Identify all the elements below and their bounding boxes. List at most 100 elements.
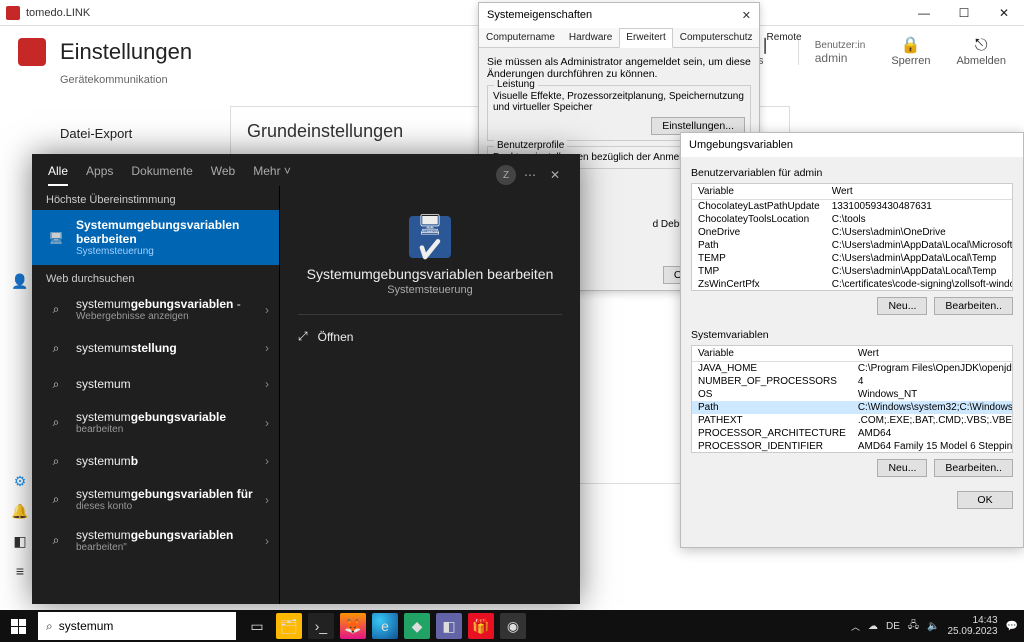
open-icon: ⤢	[298, 329, 308, 344]
sys-vars-table[interactable]: VariableWert JAVA_HOMEC:\Program Files\O…	[691, 345, 1013, 453]
env-ok-button[interactable]: OK	[957, 491, 1013, 509]
profile-avatar[interactable]: Z	[496, 165, 516, 185]
detail-title: Systemumgebungsvariablen bearbeiten	[298, 266, 562, 282]
app-icon-2[interactable]: ◧	[436, 613, 462, 639]
taskbar-search-input[interactable]	[59, 619, 228, 633]
tray-notifications-icon[interactable]: 💬	[1006, 621, 1018, 632]
more-options-icon[interactable]: ⋯	[524, 168, 538, 182]
tray-cloud-icon[interactable]: ☁	[868, 621, 878, 632]
close-button[interactable]: ✕	[984, 0, 1024, 26]
table-row: PROCESSOR_IDENTIFIERAMD64 Family 15 Mode…	[692, 440, 1013, 453]
col-value[interactable]: Wert	[826, 184, 1013, 200]
result-env-vars[interactable]: 🖥 Systemumgebungsvariablen bearbeiten Sy…	[32, 210, 279, 265]
user-edit-button[interactable]: Bearbeiten..	[934, 297, 1013, 315]
search-tab-docs[interactable]: Dokumente	[131, 164, 192, 186]
sys-edit-button[interactable]: Bearbeiten..	[934, 459, 1013, 477]
env-variables-dialog: Umgebungsvariablen Benutzervariablen für…	[680, 132, 1024, 548]
chevron-right-icon: ›	[265, 454, 269, 468]
web-result[interactable]: ⌕systemumgebungsvariablebearbeiten›	[32, 402, 279, 443]
tray-clock[interactable]: 14:43 25.09.2023	[947, 615, 997, 637]
chevron-right-icon: ›	[265, 303, 269, 317]
dialog-title: Systemeigenschaften	[487, 9, 592, 22]
app-icon-1[interactable]: ◆	[404, 613, 430, 639]
tab-computername[interactable]: Computername	[479, 28, 562, 47]
lock-icon: 🔒	[891, 36, 930, 55]
tray-lang[interactable]: DE	[886, 621, 900, 632]
chevron-right-icon: ›	[265, 534, 269, 548]
search-icon: ⌕	[46, 300, 66, 320]
table-row: ZsWinCertPfxC:\certificates\code-signing…	[692, 278, 1013, 291]
table-row: PROCESSOR_ARCHITECTUREAMD64	[692, 427, 1013, 440]
search-close-icon[interactable]: ✕	[546, 168, 564, 182]
search-tab-web[interactable]: Web	[211, 164, 235, 186]
logout-button[interactable]: ⎋ Abmelden	[956, 36, 1006, 68]
explorer-icon[interactable]: 🗂	[276, 613, 302, 639]
detail-monitor-icon: 🖥✔	[409, 216, 451, 258]
chevron-right-icon: ›	[265, 341, 269, 355]
table-row: ChocolateyLastPathUpdate1331005934304876…	[692, 200, 1013, 214]
tray-sound-icon[interactable]: 🔈	[927, 621, 939, 632]
lock-button[interactable]: 🔒 Sperren	[891, 36, 930, 68]
search-icon: ⌕	[46, 619, 53, 634]
tray-chevron-up-icon[interactable]: ︿	[851, 620, 860, 633]
task-view-icon[interactable]: ▭	[244, 613, 270, 639]
start-search-panel: Alle Apps Dokumente Web Mehr Z ⋯ ✕ Höchs…	[32, 154, 580, 604]
web-result[interactable]: ⌕systemumgebungsvariablen -Webergebnisse…	[32, 289, 279, 330]
taskbar-search[interactable]: ⌕	[38, 612, 236, 640]
env-dialog-title: Umgebungsvariablen	[689, 139, 793, 151]
tab-remote[interactable]: Remote	[760, 28, 809, 47]
table-row: OSWindows_NT	[692, 388, 1013, 401]
open-action[interactable]: ⤢ Öffnen	[298, 329, 562, 344]
table-row: TMPC:\Users\admin\AppData\Local\Temp	[692, 265, 1013, 278]
table-row: JAVA_HOMEC:\Program Files\OpenJDK\openjd…	[692, 362, 1013, 376]
firefox-icon[interactable]: 🦊	[340, 613, 366, 639]
col-variable[interactable]: Variable	[692, 346, 852, 362]
monitor-icon: 🖥	[46, 228, 66, 248]
tab-hardware[interactable]: Hardware	[562, 28, 619, 47]
page-title: Einstellungen	[60, 39, 192, 65]
user-vars-table[interactable]: VariableWert ChocolateyLastPathUpdate133…	[691, 183, 1013, 291]
maximize-button[interactable]: ☐	[944, 0, 984, 26]
tab-advanced[interactable]: Erweitert	[619, 28, 672, 48]
col-variable[interactable]: Variable	[692, 184, 826, 200]
web-result[interactable]: ⌕systemum›	[32, 366, 279, 402]
app-icon-4[interactable]: ◉	[500, 613, 526, 639]
tray-network-icon[interactable]: 🖧	[908, 618, 919, 635]
app-logo-small	[6, 6, 20, 20]
logout-icon: ⎋	[956, 36, 1006, 55]
nav-file-export[interactable]: Datei-Export	[0, 116, 200, 151]
web-result[interactable]: ⌕systemumgebungsvariablenbearbeiten"›	[32, 520, 279, 561]
web-result[interactable]: ⌕systemumgebungsvariablen fürdieses kont…	[32, 479, 279, 520]
user-vars-label: Benutzervariablen für admin	[691, 167, 1013, 179]
tab-computerschutz[interactable]: Computerschutz	[673, 28, 760, 47]
table-row: ChocolateyToolsLocationC:\tools	[692, 213, 1013, 226]
minimize-button[interactable]: —	[904, 0, 944, 26]
start-button[interactable]	[0, 610, 36, 642]
col-value[interactable]: Wert	[852, 346, 1013, 362]
search-tab-more[interactable]: Mehr	[253, 164, 291, 186]
web-result[interactable]: ⌕systemumstellung›	[32, 330, 279, 366]
terminal-icon[interactable]: ›_	[308, 613, 334, 639]
table-row: PathC:\Users\admin\AppData\Local\Microso…	[692, 239, 1013, 252]
web-result[interactable]: ⌕systemumb›	[32, 443, 279, 479]
user-new-button[interactable]: Neu...	[877, 297, 927, 315]
chevron-right-icon: ›	[265, 377, 269, 391]
search-icon: ⌕	[46, 490, 66, 510]
performance-text: Visuelle Effekte, Prozessorzeitplanung, …	[493, 91, 745, 113]
app-logo	[18, 38, 46, 66]
dialog-close-icon[interactable]: ✕	[742, 9, 751, 22]
search-tab-apps[interactable]: Apps	[86, 164, 113, 186]
table-row: PATHEXT.COM;.EXE;.BAT;.CMD;.VBS;.VBE;.JS…	[692, 414, 1013, 427]
search-icon: ⌕	[46, 338, 66, 358]
search-icon: ⌕	[46, 451, 66, 471]
search-tab-all[interactable]: Alle	[48, 164, 68, 186]
app-icon-3[interactable]: 🎁	[468, 613, 494, 639]
edge-icon[interactable]: e	[372, 613, 398, 639]
search-icon: ⌕	[46, 531, 66, 551]
chevron-right-icon: ›	[265, 493, 269, 507]
chevron-right-icon: ›	[265, 416, 269, 430]
group-performance: Leistung	[494, 79, 538, 90]
table-row: PathC:\Windows\system32;C:\Windows;C:\Wi…	[692, 401, 1013, 414]
sys-new-button[interactable]: Neu...	[877, 459, 927, 477]
sys-vars-label: Systemvariablen	[691, 329, 1013, 341]
